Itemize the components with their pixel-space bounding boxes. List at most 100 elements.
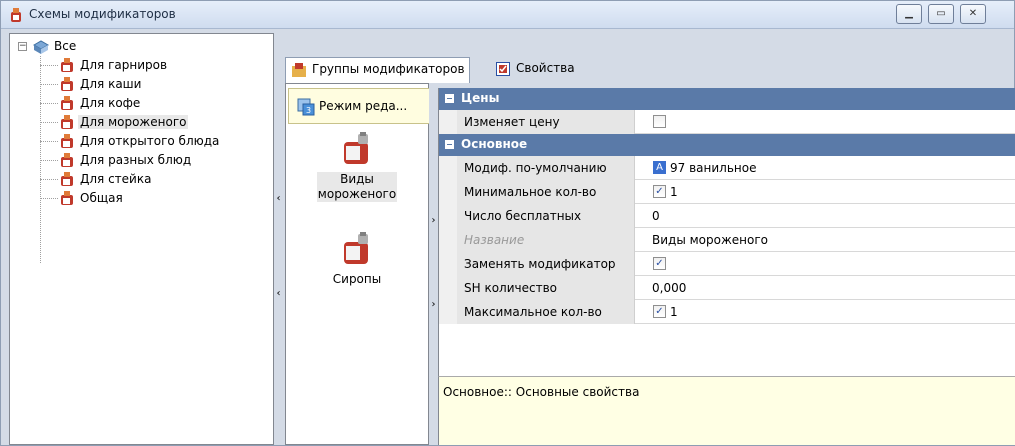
tree-connector — [40, 103, 58, 104]
svg-text:3: 3 — [306, 106, 311, 115]
row-gutter — [439, 180, 457, 204]
collapse-left-arrow[interactable]: ‹ — [274, 193, 283, 204]
main-window: Схемы модификаторов ▁ ▭ ✕ − Все Для гарн… — [0, 0, 1015, 446]
title-bar[interactable]: Схемы модификаторов ▁ ▭ ✕ — [1, 1, 1014, 29]
prop-row-replace-modifier[interactable]: Заменять модификатор ✓ — [439, 252, 1015, 276]
prop-value[interactable]: ✓ — [636, 252, 666, 276]
schemes-tree[interactable]: − Все Для гарниров Для каши Для кофе Для мо… — [9, 33, 274, 445]
checkbox-unchecked[interactable] — [653, 115, 666, 128]
group-label: Сиропы — [332, 272, 382, 286]
prop-row-sh-quantity[interactable]: SH количество 0,000 — [439, 276, 1015, 300]
prop-value-text: 97 ванильное — [670, 161, 757, 175]
expand-right-arrow-2[interactable]: › — [429, 299, 438, 310]
modifier-scheme-icon — [61, 134, 73, 148]
prop-name: Название — [457, 228, 635, 252]
prop-name: Максимальное кол-во — [457, 300, 635, 324]
tree-connector — [40, 122, 58, 123]
tree-item[interactable]: Для гарниров — [40, 56, 270, 75]
edit-mode-button[interactable]: 3 Режим реда... — [288, 88, 436, 124]
prop-name: Заменять модификатор — [457, 252, 635, 276]
prop-value-text: 1 — [670, 305, 678, 319]
prop-name: SH количество — [457, 276, 635, 300]
tree-item-label: Общая — [80, 191, 123, 205]
tree-connector — [40, 179, 58, 180]
collapse-left-arrow-2[interactable]: ‹ — [274, 288, 283, 299]
checkbox-checked[interactable]: ✓ — [653, 185, 666, 198]
property-grid[interactable]: Цены Изменяет цену Основное Модиф. по-ум… — [438, 88, 1015, 376]
prop-row-name[interactable]: Название Виды мороженого — [439, 228, 1015, 252]
collapse-icon[interactable]: − — [18, 42, 27, 51]
tree-item[interactable]: Для кофе — [40, 94, 270, 113]
collapse-icon[interactable] — [445, 140, 454, 149]
lookup-icon[interactable]: A — [653, 161, 666, 174]
prop-name: Изменяет цену — [457, 110, 635, 134]
prop-row-max-count[interactable]: Максимальное кол-во ✓ 1 — [439, 300, 1015, 324]
group-item-syrups[interactable]: Сиропы — [286, 232, 428, 287]
modifier-scheme-icon — [61, 58, 73, 72]
modifier-scheme-icon — [61, 115, 73, 129]
close-button[interactable]: ✕ — [960, 4, 986, 24]
prop-value[interactable]: A 97 ванильное — [636, 156, 756, 180]
checkbox-checked[interactable]: ✓ — [653, 257, 666, 270]
tree-connector — [40, 141, 58, 142]
left-splitter[interactable]: ‹ ‹ — [274, 33, 283, 445]
tree-item-label: Для мороженого — [78, 115, 189, 129]
prop-name: Минимальное кол-во — [457, 180, 635, 204]
tree-item[interactable]: Для мороженого — [40, 113, 270, 132]
tree-item-label: Для каши — [80, 77, 142, 91]
prop-row-free-count[interactable]: Число бесплатных 0 — [439, 204, 1015, 228]
property-description: Основное:: Основные свойства — [438, 376, 1015, 445]
modifier-group-icon — [344, 232, 368, 264]
edit-mode-label: Режим реда... — [319, 99, 408, 113]
prop-value[interactable] — [636, 110, 666, 134]
prop-name: Модиф. по-умолчанию — [457, 156, 635, 180]
tree-item[interactable]: Для стейка — [40, 170, 270, 189]
tree-connector — [40, 65, 58, 66]
tree-item[interactable]: Для открытого блюда — [40, 132, 270, 151]
group-item-ice-cream[interactable]: Виды мороженого — [286, 132, 428, 202]
modifier-scheme-icon — [61, 153, 73, 167]
tree-item[interactable]: Общая — [40, 189, 270, 208]
row-gutter — [439, 300, 457, 324]
minimize-button[interactable]: ▁ — [896, 4, 922, 24]
properties-icon — [496, 62, 510, 76]
tree-item[interactable]: Для разных блюд — [40, 151, 270, 170]
category-prices[interactable]: Цены — [439, 88, 1015, 110]
row-gutter — [439, 110, 457, 134]
middle-splitter[interactable]: › › — [429, 83, 438, 445]
tree-root-label: Все — [54, 39, 77, 53]
tab-label: Группы модификаторов — [312, 62, 465, 76]
prop-value[interactable]: 0,000 — [636, 276, 686, 300]
category-label: Цены — [461, 91, 500, 105]
group-label: Виды мороженого — [317, 172, 397, 202]
prop-name: Число бесплатных — [457, 204, 635, 228]
tab-properties[interactable]: Свойства — [490, 57, 579, 83]
prop-value-text: 1 — [670, 185, 678, 199]
checkbox-checked[interactable]: ✓ — [653, 305, 666, 318]
prop-value[interactable]: ✓ 1 — [636, 180, 678, 204]
category-main[interactable]: Основное — [439, 134, 1015, 156]
row-gutter — [439, 204, 457, 228]
app-icon — [11, 8, 21, 22]
tab-modifier-groups[interactable]: Группы модификаторов — [285, 57, 470, 83]
modifier-scheme-icon — [61, 96, 73, 110]
modifier-scheme-icon — [61, 172, 73, 186]
modifier-group-icon — [344, 132, 368, 164]
expand-right-arrow[interactable]: › — [429, 215, 438, 226]
prop-value[interactable]: ✓ 1 — [636, 300, 678, 324]
tree-item-label: Для разных блюд — [80, 153, 192, 167]
maximize-button[interactable]: ▭ — [928, 4, 954, 24]
modifier-scheme-icon — [61, 191, 73, 205]
prop-value[interactable]: 0 — [636, 204, 660, 228]
collapse-icon[interactable] — [445, 94, 454, 103]
prop-value[interactable]: Виды мороженого — [636, 228, 768, 252]
groups-icon — [292, 63, 306, 77]
row-gutter — [439, 252, 457, 276]
prop-row-min-count[interactable]: Минимальное кол-во ✓ 1 — [439, 180, 1015, 204]
tab-strip: Группы модификаторов Свойства — [285, 57, 1015, 83]
tree-item[interactable]: Для каши — [40, 75, 270, 94]
category-label: Основное — [461, 137, 528, 151]
prop-row-changes-price[interactable]: Изменяет цену — [439, 110, 1015, 134]
tree-connector — [40, 84, 58, 85]
prop-row-default-modifier[interactable]: Модиф. по-умолчанию A 97 ванильное — [439, 156, 1015, 180]
